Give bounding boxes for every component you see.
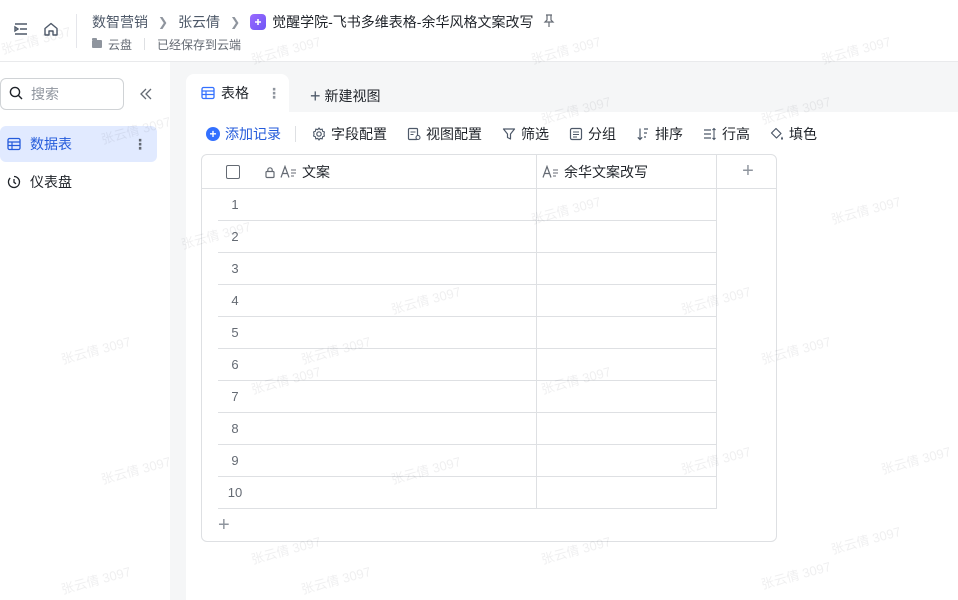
- sidebar-item-dashboard[interactable]: 仪表盘: [0, 164, 157, 200]
- group-icon: [569, 127, 583, 141]
- table-row[interactable]: 10: [218, 477, 717, 509]
- dashboard-icon: [6, 174, 22, 190]
- main-area: 表格 ⋮ + 新建视图 + 添加记录 字段配置 视图配置 筛选 分组 排序 行高…: [170, 62, 958, 600]
- column-title: 余华文案改写: [564, 164, 648, 180]
- tab-label: 表格: [221, 85, 249, 101]
- view-config-button[interactable]: 视图配置: [407, 124, 482, 144]
- table-row[interactable]: 8: [218, 413, 717, 445]
- sort-button[interactable]: 排序: [636, 124, 683, 144]
- fill-color-button[interactable]: 填色: [770, 124, 817, 144]
- new-view-label: 新建视图: [324, 88, 381, 104]
- folder-icon: [92, 38, 102, 48]
- more-vertical-icon[interactable]: ⋮: [133, 136, 147, 153]
- add-column-icon[interactable]: +: [738, 161, 758, 181]
- pin-icon[interactable]: [543, 14, 555, 30]
- sheet-panel: + 添加记录 字段配置 视图配置 筛选 分组 排序 行高 填色 文案 余华文案改…: [186, 112, 958, 600]
- table-row[interactable]: 1: [218, 189, 717, 221]
- view-config-icon: [407, 127, 421, 141]
- row-number: 2: [231, 229, 239, 244]
- toggle-menu-icon[interactable]: [10, 18, 32, 40]
- document-meta: 云盘 已经保存到云端: [92, 36, 241, 52]
- table-row[interactable]: 7: [218, 381, 717, 413]
- table-row[interactable]: 6: [218, 349, 717, 381]
- table-row[interactable]: 2: [218, 221, 717, 253]
- breadcrumb-item[interactable]: 数智营销: [92, 12, 148, 32]
- row-number: 8: [231, 421, 239, 436]
- field-config-button[interactable]: 字段配置: [312, 124, 387, 144]
- sort-icon: [636, 127, 650, 141]
- row-height-label: 行高: [722, 126, 750, 142]
- lock-icon: [264, 166, 276, 179]
- sidebar: 搜索 数据表 ⋮ 仪表盘: [0, 62, 170, 600]
- table-row[interactable]: 3: [218, 253, 717, 285]
- filter-label: 筛选: [521, 126, 549, 142]
- text-field-icon: [280, 165, 298, 179]
- location-label[interactable]: 云盘: [108, 36, 132, 53]
- header-divider: [76, 14, 77, 48]
- new-view-button[interactable]: + 新建视图: [310, 86, 381, 106]
- tab-grid-view[interactable]: 表格 ⋮: [186, 74, 289, 112]
- plus-circle-icon: +: [206, 127, 220, 141]
- view-toolbar: + 添加记录 字段配置 视图配置 筛选 分组 排序 行高 填色: [206, 124, 837, 144]
- add-row-icon[interactable]: +: [218, 515, 234, 535]
- table-row[interactable]: 4: [218, 285, 717, 317]
- chevron-right-icon: ❯: [158, 15, 169, 29]
- sort-label: 排序: [655, 126, 683, 142]
- row-number: 4: [231, 293, 239, 308]
- group-label: 分组: [588, 126, 616, 142]
- plus-icon: +: [310, 86, 321, 106]
- breadcrumb-item[interactable]: 张云倩: [178, 12, 220, 32]
- table-row[interactable]: 9: [218, 445, 717, 477]
- row-number: 6: [231, 357, 239, 372]
- row-number: 10: [227, 485, 243, 500]
- chevron-right-icon: ❯: [230, 15, 241, 29]
- filter-icon: [502, 127, 516, 141]
- table-icon: [6, 136, 22, 152]
- add-record-button[interactable]: + 添加记录: [206, 124, 281, 144]
- home-icon[interactable]: [40, 18, 62, 40]
- save-status: 已经保存到云端: [157, 37, 242, 52]
- collapse-sidebar-icon[interactable]: [136, 84, 156, 104]
- row-number: 9: [231, 453, 239, 468]
- breadcrumb: 数智营销 ❯ 张云倩 ❯ 觉醒学院-飞书多维表格-余华风格文案改写: [92, 12, 555, 32]
- table-row[interactable]: 5: [218, 317, 717, 349]
- search-input[interactable]: 搜索: [0, 78, 124, 110]
- sidebar-item-tables[interactable]: 数据表 ⋮: [0, 126, 157, 162]
- toolbar-divider: [295, 126, 296, 142]
- base-app-icon: [250, 14, 267, 30]
- search-icon: [9, 86, 23, 103]
- field-config-label: 字段配置: [331, 126, 387, 142]
- top-header: 数智营销 ❯ 张云倩 ❯ 觉醒学院-飞书多维表格-余华风格文案改写 云盘 已经保…: [0, 0, 958, 62]
- select-all-checkbox[interactable]: [226, 165, 240, 179]
- fill-color-label: 填色: [789, 126, 817, 142]
- table-icon: [201, 86, 215, 100]
- search-placeholder: 搜索: [31, 86, 59, 102]
- gear-icon: [312, 127, 326, 141]
- column-header-yuhua-rewrite[interactable]: 余华文案改写: [542, 155, 718, 189]
- sidebar-item-label: 数据表: [30, 136, 72, 152]
- sidebar-item-label: 仪表盘: [30, 174, 72, 190]
- document-title[interactable]: 觉醒学院-飞书多维表格-余华风格文案改写: [272, 12, 533, 32]
- add-record-label: 添加记录: [225, 126, 281, 142]
- meta-divider: [144, 38, 146, 50]
- row-number: 5: [231, 325, 239, 340]
- view-config-label: 视图配置: [426, 126, 482, 142]
- column-header-copy[interactable]: 文案: [264, 155, 536, 189]
- filter-button[interactable]: 筛选: [502, 124, 549, 144]
- grid-header-row: 文案 余华文案改写 +: [202, 155, 776, 189]
- row-height-icon: [703, 127, 717, 141]
- text-field-icon: [542, 165, 560, 179]
- group-button[interactable]: 分组: [569, 124, 616, 144]
- row-height-button[interactable]: 行高: [703, 124, 750, 144]
- row-number: 7: [231, 389, 239, 404]
- row-number: 3: [231, 261, 239, 276]
- row-number: 1: [231, 197, 239, 212]
- column-title: 文案: [302, 164, 330, 180]
- paint-bucket-icon: [770, 127, 784, 141]
- more-vertical-icon[interactable]: ⋮: [267, 85, 281, 102]
- data-grid: 文案 余华文案改写 + 1 2 3 4 5 6 7 8 9 10 +: [201, 154, 777, 542]
